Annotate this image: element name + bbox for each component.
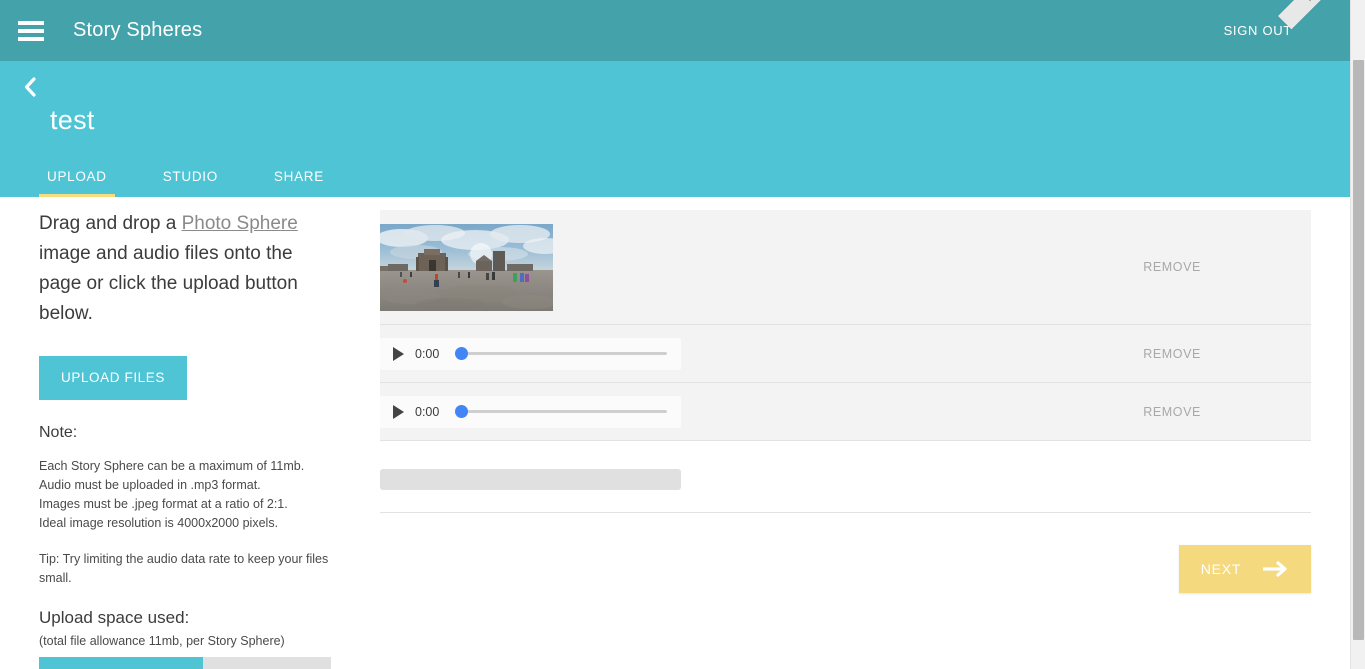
page-title: test: [50, 105, 95, 135]
upload-space-heading: Upload space used:: [39, 607, 190, 627]
app-title: Story Spheres: [73, 19, 203, 41]
file-row-image: REMOVE: [380, 210, 1311, 325]
app-bar: Story Spheres SIGN OUT: [0, 0, 1350, 61]
audio-seek-slider[interactable]: [455, 347, 667, 361]
note-heading: Note:: [39, 423, 78, 441]
uploaded-files-panel: REMOVE 0:00 REMOVE 0:00 REMOVE NEXT: [380, 210, 1311, 593]
page-root: Story Spheres SIGN OUT BETA - V1.0 test …: [0, 0, 1365, 669]
story-subheader: test UPLOAD STUDIO SHARE: [0, 61, 1350, 197]
play-icon[interactable]: [393, 346, 404, 361]
tab-bar: UPLOAD STUDIO SHARE: [39, 161, 372, 197]
note-list: Each Story Sphere can be a maximum of 11…: [39, 457, 339, 533]
upload-space-subtext: (total file allowance 11mb, per Story Sp…: [39, 633, 285, 648]
remove-image-button[interactable]: REMOVE: [1143, 260, 1201, 274]
note-line: Each Story Sphere can be a maximum of 11…: [39, 458, 305, 473]
photo-sphere-thumbnail[interactable]: [380, 223, 553, 311]
upload-files-button[interactable]: UPLOAD FILES: [39, 356, 187, 400]
audio-seek-slider[interactable]: [455, 405, 667, 419]
audio-seek-handle[interactable]: [455, 347, 469, 360]
audio-current-time: 0:00: [415, 346, 440, 361]
hamburger-bar: [18, 36, 44, 41]
scrollbar-thumb[interactable]: [1353, 60, 1364, 640]
intro-text-part-1: Drag and drop a: [39, 213, 182, 234]
audio-seek-handle[interactable]: [455, 405, 469, 418]
play-icon[interactable]: [393, 404, 404, 419]
intro-text-part-2: image and audio files onto the page or c…: [39, 243, 298, 324]
tab-studio[interactable]: STUDIO: [155, 169, 226, 198]
upload-space-progress-fill: [39, 656, 203, 669]
remove-audio-button[interactable]: REMOVE: [1143, 405, 1201, 419]
file-row-audio: 0:00 REMOVE: [380, 383, 1311, 441]
audio-seek-rail: [455, 410, 667, 413]
remove-audio-button[interactable]: REMOVE: [1143, 347, 1201, 361]
audio-current-time: 0:00: [415, 404, 440, 419]
audio-player[interactable]: 0:00: [380, 395, 681, 428]
vertical-scrollbar[interactable]: [1350, 0, 1365, 669]
note-line: Audio must be uploaded in .mp3 format.: [39, 477, 261, 492]
arrow-right-icon: [1263, 560, 1289, 578]
drag-drop-instructions: Drag and drop a Photo Sphere image and a…: [39, 209, 339, 329]
instructions-panel: Drag and drop a Photo Sphere image and a…: [39, 209, 339, 669]
audio-seek-rail: [455, 352, 667, 355]
note-tip: Tip: Try limiting the audio data rate to…: [39, 551, 329, 585]
chevron-left-icon[interactable]: [18, 75, 42, 99]
hamburger-bar: [18, 20, 44, 25]
main-content: Drag and drop a Photo Sphere image and a…: [0, 197, 1350, 669]
next-button-label: NEXT: [1200, 561, 1242, 577]
upload-space-progress-bar: [39, 656, 331, 669]
note-line: Images must be .jpeg format at a ratio o…: [39, 496, 288, 511]
photo-sphere-link[interactable]: Photo Sphere: [182, 213, 298, 234]
hamburger-bar: [18, 28, 44, 33]
note-line: Ideal image resolution is 4000x2000 pixe…: [39, 515, 279, 530]
tab-share[interactable]: SHARE: [266, 169, 332, 198]
panel-divider: [380, 512, 1311, 513]
tab-upload[interactable]: UPLOAD: [39, 169, 115, 197]
sign-out-button[interactable]: SIGN OUT: [1224, 23, 1292, 38]
next-button-row: NEXT: [380, 545, 1311, 593]
upload-placeholder-bar: [380, 469, 681, 490]
next-button[interactable]: NEXT: [1179, 545, 1311, 593]
file-row-audio: 0:00 REMOVE: [380, 325, 1311, 383]
audio-player[interactable]: 0:00: [380, 337, 681, 370]
hamburger-menu-icon[interactable]: [18, 20, 44, 41]
